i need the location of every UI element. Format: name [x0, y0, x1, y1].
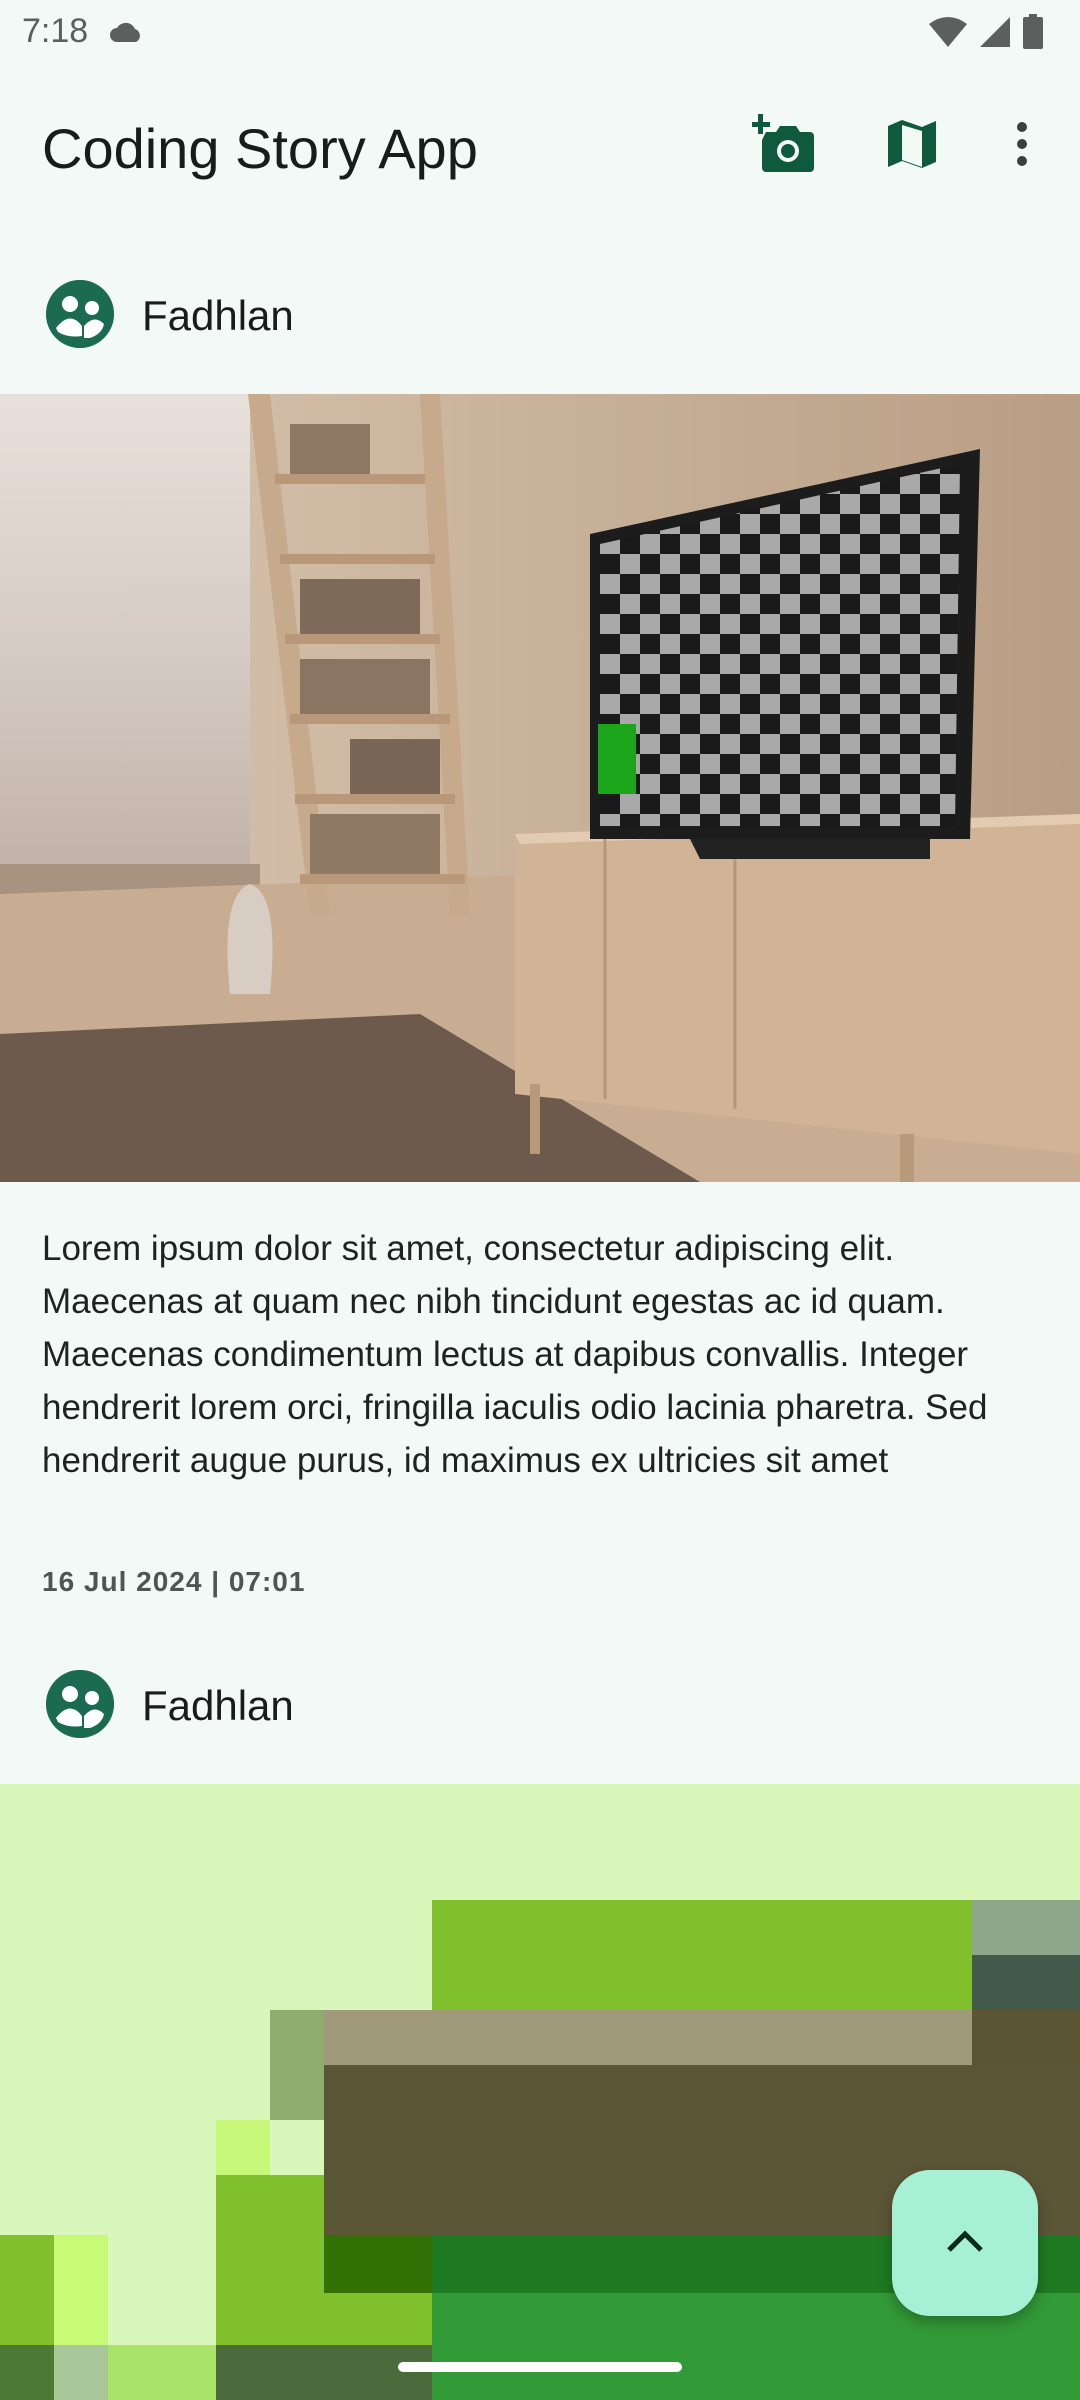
status-bar: 7:18: [0, 0, 1080, 64]
group-icon: [46, 1670, 114, 1738]
app-bar: Coding Story App: [0, 64, 1080, 234]
avatar: [46, 280, 114, 348]
story-author: Fadhlan: [142, 292, 294, 339]
add-photo-icon: [750, 113, 816, 179]
more-vert-icon: [1015, 121, 1029, 172]
map-icon: [886, 118, 938, 175]
story-card-header[interactable]: Fadhlan: [0, 254, 1080, 374]
app-title: Coding Story App: [42, 117, 478, 180]
wifi-icon: [928, 16, 968, 53]
map-button[interactable]: [870, 104, 954, 188]
story-author: Fadhlan: [142, 1682, 294, 1729]
story-description: Lorem ipsum dolor sit amet, consectetur …: [42, 1229, 988, 1480]
group-icon: [46, 280, 114, 348]
avatar: [46, 1670, 114, 1738]
screen: 7:18 Coding Story App Fadhlan Lorem ipsu…: [0, 0, 1080, 2400]
more-options-button[interactable]: [980, 104, 1064, 188]
story-card-header[interactable]: Fadhlan: [0, 1644, 1080, 1764]
add-story-button[interactable]: [742, 104, 826, 188]
story-date: 16 Jul 2024 | 07:01: [42, 1566, 306, 1597]
scroll-to-top-button[interactable]: [892, 2170, 1038, 2316]
battery-icon: [1022, 14, 1044, 55]
gesture-nav-handle[interactable]: [398, 2362, 682, 2372]
cloud-icon: [108, 20, 144, 49]
story-photo-room: [0, 394, 1080, 1182]
chevron-up-icon: [945, 2228, 985, 2259]
story-photo[interactable]: [0, 394, 1080, 1182]
signal-icon: [978, 15, 1012, 54]
status-time: 7:18: [22, 12, 89, 50]
